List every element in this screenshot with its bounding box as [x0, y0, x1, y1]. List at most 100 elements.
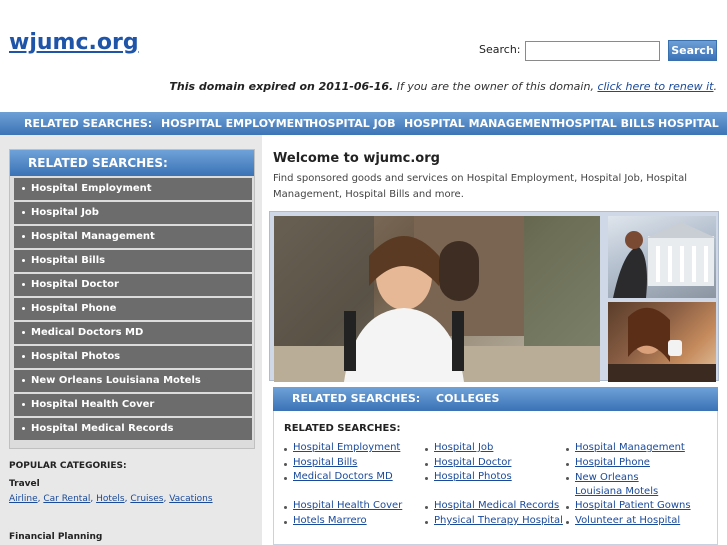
- related-bar-label: RELATED SEARCHES:: [292, 392, 421, 405]
- domain-expired-notice: This domain expired on 2011-06-16. If yo…: [169, 80, 717, 93]
- search-button[interactable]: Search: [668, 40, 717, 61]
- sidebar: RELATED SEARCHES: Hospital Employment Ho…: [0, 135, 262, 545]
- intro-text: Find sponsored goods and services on Hos…: [273, 173, 687, 200]
- sidebar-item-label: Hospital Doctor: [31, 279, 119, 290]
- related-link-hospital-photos[interactable]: Hospital Photos: [434, 471, 512, 482]
- related-searches-box: RELATED SEARCHES: Hospital Employment Ho…: [273, 411, 718, 545]
- sidebar-item-label: Hospital Job: [31, 207, 99, 218]
- welcome-heading: Welcome to wjumc.org: [273, 151, 440, 166]
- sidebar-item-label: Hospital Bills: [31, 255, 106, 266]
- campus-building-icon: [274, 216, 600, 382]
- travel-link-cruises[interactable]: Cruises: [130, 494, 163, 504]
- site-logo[interactable]: wjumc.org: [9, 30, 139, 55]
- bullet-icon: [566, 448, 569, 451]
- related-link-volunteer-at-hospital[interactable]: Volunteer at Hospital: [575, 515, 680, 526]
- travel-link-hotels[interactable]: Hotels: [96, 494, 125, 504]
- sidebar-item-label: Hospital Medical Records: [31, 423, 174, 434]
- building-icon: [613, 222, 716, 298]
- bullet-icon: [22, 234, 25, 238]
- sidebar-item-label: Hospital Phone: [31, 303, 117, 314]
- travel-category-title: Travel: [9, 479, 40, 489]
- bullet-icon: [22, 210, 25, 214]
- header: wjumc.org Search: Search This domain exp…: [0, 0, 727, 112]
- sidebar-item-hospital-employment[interactable]: Hospital Employment: [14, 178, 252, 200]
- student-photo-main: [274, 216, 600, 382]
- related-link-hotels-marrero[interactable]: Hotels Marrero: [293, 515, 367, 526]
- bullet-icon: [22, 282, 25, 286]
- bullet-icon: [22, 354, 25, 358]
- topnav-link-hospital-management[interactable]: HOSPITAL MANAGEMENT: [404, 112, 558, 135]
- sidebar-item-hospital-bills[interactable]: Hospital Bills: [14, 250, 252, 272]
- sidebar-item-new-orleans-motels[interactable]: New Orleans Louisiana Motels: [14, 370, 252, 392]
- reading-student-icon: [608, 307, 716, 382]
- sidebar-item-hospital-health-cover[interactable]: Hospital Health Cover: [14, 394, 252, 416]
- expired-date-text: This domain expired on 2011-06-16.: [169, 80, 394, 93]
- bullet-icon: [22, 402, 25, 406]
- related-link-hospital-bills[interactable]: Hospital Bills: [293, 457, 357, 468]
- bullet-icon: [284, 448, 287, 451]
- related-link-medical-doctors-md[interactable]: Medical Doctors MD: [293, 471, 393, 482]
- related-link-new-orleans-motels[interactable]: New Orleans Louisiana Motels: [575, 471, 687, 499]
- topnav-link-hospital-employment[interactable]: HOSPITAL EMPLOYMENT: [161, 112, 311, 135]
- sidebar-item-medical-doctors-md[interactable]: Medical Doctors MD: [14, 322, 252, 344]
- sidebar-item-hospital-job[interactable]: Hospital Job: [14, 202, 252, 224]
- sidebar-item-label: New Orleans Louisiana Motels: [31, 375, 201, 386]
- expired-owner-text: If you are the owner of this domain,: [393, 80, 598, 93]
- travel-links: Airline, Car Rental, Hotels, Cruises, Va…: [9, 494, 213, 504]
- sidebar-item-hospital-phone[interactable]: Hospital Phone: [14, 298, 252, 320]
- sidebar-item-hospital-photos[interactable]: Hospital Photos: [14, 346, 252, 368]
- topnav-link-hospital-bills[interactable]: HOSPITAL BILLS: [556, 112, 655, 135]
- renew-link[interactable]: click here to renew it: [597, 80, 713, 93]
- related-link-physical-therapy-hospital[interactable]: Physical Therapy Hospital: [434, 515, 563, 526]
- bullet-icon: [284, 506, 287, 509]
- photo-gallery: [269, 211, 719, 382]
- travel-link-airline[interactable]: Airline: [9, 494, 38, 504]
- search-input[interactable]: [525, 41, 660, 61]
- topnav-link-hospital-job[interactable]: HOSPITAL JOB: [309, 112, 395, 135]
- travel-link-car-rental[interactable]: Car Rental: [43, 494, 90, 504]
- related-link-hospital-management[interactable]: Hospital Management: [575, 442, 685, 453]
- sidebar-item-label: Hospital Health Cover: [31, 399, 155, 410]
- bullet-icon: [566, 463, 569, 466]
- related-link-hospital-employment[interactable]: Hospital Employment: [293, 442, 400, 453]
- student-reading-photo: [608, 302, 716, 382]
- sidebar-item-label: Hospital Management: [31, 231, 155, 242]
- bullet-icon: [566, 477, 569, 480]
- travel-link-vacations[interactable]: Vacations: [169, 494, 212, 504]
- related-link-hospital-job[interactable]: Hospital Job: [434, 442, 493, 453]
- related-link-hospital-doctor[interactable]: Hospital Doctor: [434, 457, 511, 468]
- bullet-icon: [22, 306, 25, 310]
- bullet-icon: [284, 463, 287, 466]
- related-link-hospital-medical-records[interactable]: Hospital Medical Records: [434, 500, 559, 511]
- financial-planning-title: Financial Planning: [9, 532, 103, 542]
- topnav-link-hospital[interactable]: HOSPITAL: [658, 112, 719, 135]
- campus-building-photo: [608, 216, 716, 298]
- sidebar-item-label: Medical Doctors MD: [31, 327, 144, 338]
- related-link-hospital-patient-gowns[interactable]: Hospital Patient Gowns: [575, 500, 691, 511]
- related-link-hospital-health-cover[interactable]: Hospital Health Cover: [293, 500, 402, 511]
- bullet-icon: [425, 477, 428, 480]
- bullet-icon: [284, 477, 287, 480]
- related-searches-title: RELATED SEARCHES:: [284, 423, 401, 434]
- sidebar-item-hospital-management[interactable]: Hospital Management: [14, 226, 252, 248]
- bullet-icon: [425, 463, 428, 466]
- sidebar-item-hospital-doctor[interactable]: Hospital Doctor: [14, 274, 252, 296]
- sidebar-item-label: Hospital Employment: [31, 183, 152, 194]
- sidebar-item-label: Hospital Photos: [31, 351, 121, 362]
- bullet-icon: [22, 330, 25, 334]
- bullet-icon: [425, 448, 428, 451]
- popular-categories-title: POPULAR CATEGORIES:: [9, 461, 127, 471]
- main-content: Welcome to wjumc.org Find sponsored good…: [262, 135, 727, 545]
- sidebar-item-hospital-medical-records[interactable]: Hospital Medical Records: [14, 418, 252, 440]
- bullet-icon: [425, 506, 428, 509]
- sidebar-related-box: RELATED SEARCHES: Hospital Employment Ho…: [9, 149, 255, 449]
- bullet-icon: [425, 521, 428, 524]
- search-label: Search:: [479, 43, 521, 56]
- bullet-icon: [22, 426, 25, 430]
- top-nav-bar: RELATED SEARCHES: HOSPITAL EMPLOYMENT HO…: [0, 112, 727, 135]
- bullet-icon: [22, 378, 25, 382]
- related-link-hospital-phone[interactable]: Hospital Phone: [575, 457, 650, 468]
- related-searches-bar: RELATED SEARCHES: COLLEGES: [273, 387, 718, 411]
- related-bar-link-colleges[interactable]: COLLEGES: [436, 392, 499, 405]
- bullet-icon: [566, 521, 569, 524]
